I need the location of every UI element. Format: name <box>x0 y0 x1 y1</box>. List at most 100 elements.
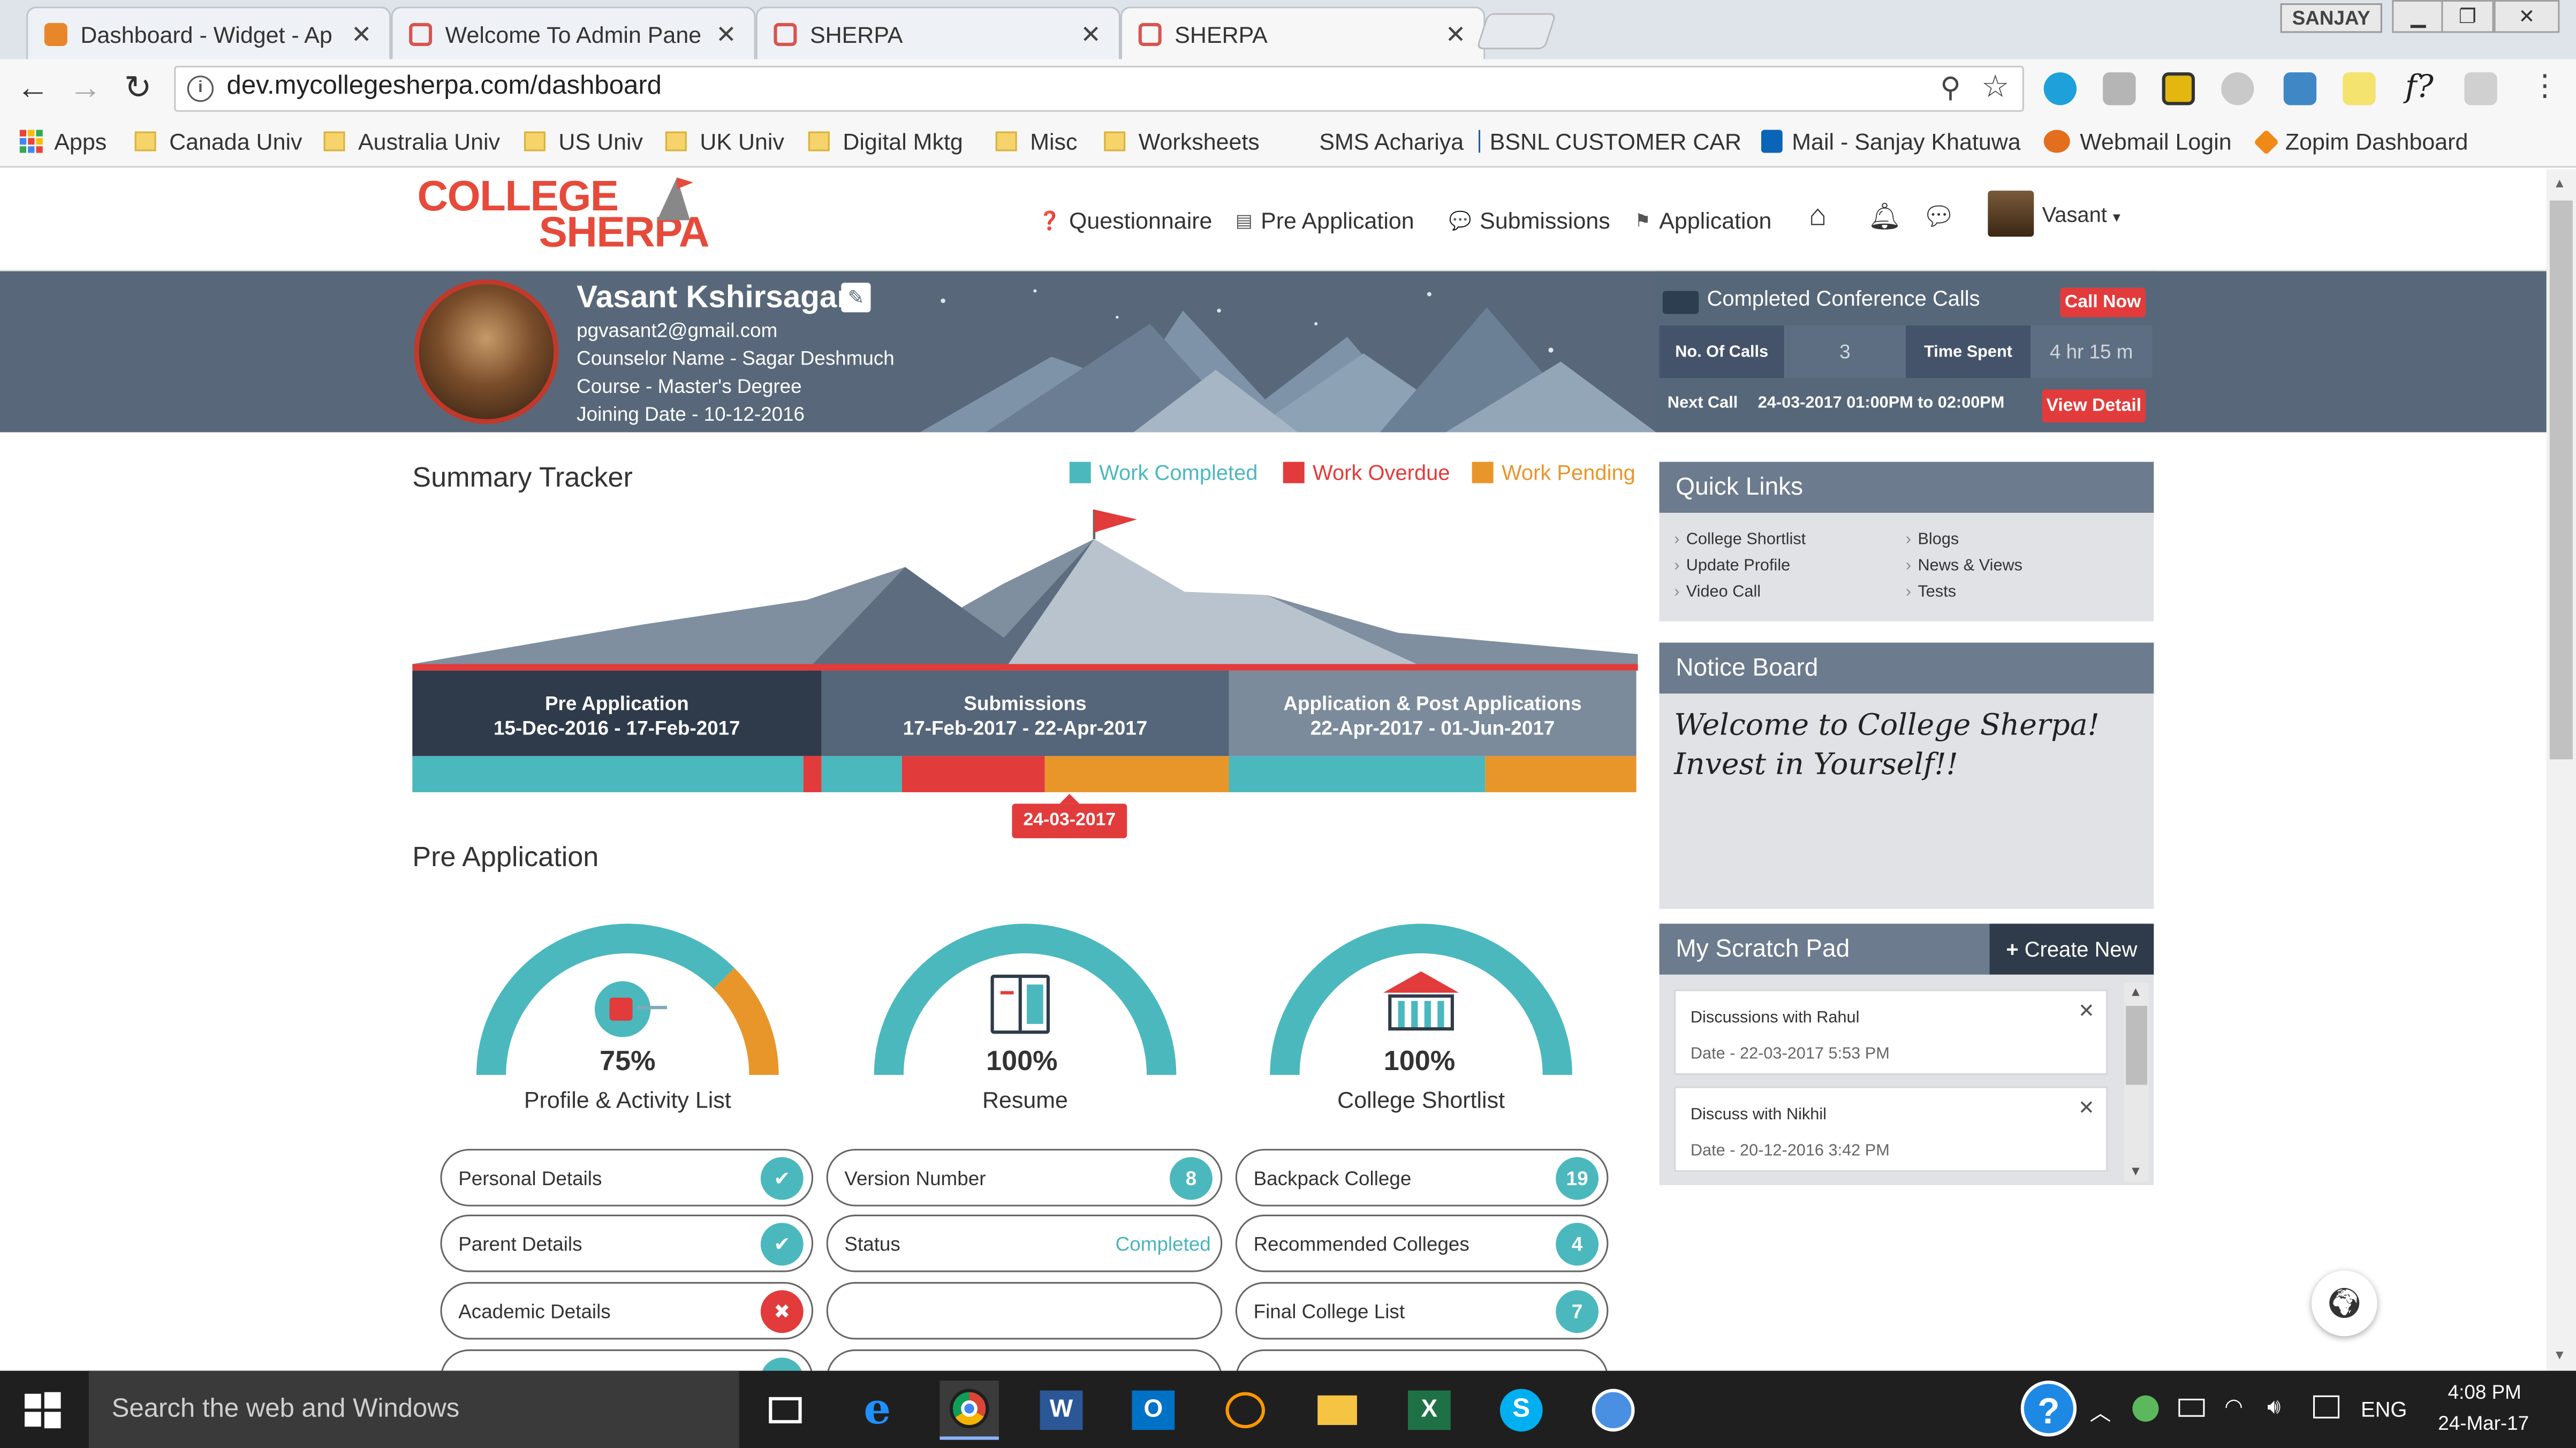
clock-time[interactable]: 4:08 PM <box>2448 1381 2521 1404</box>
quick-link-video-call[interactable]: Video Call <box>1674 583 1761 602</box>
nav-application[interactable]: ⚑ Application <box>1635 207 1772 233</box>
restore-icon[interactable]: ❐ <box>2441 0 2494 33</box>
drive-extension-icon[interactable] <box>2103 72 2136 105</box>
volume-icon[interactable]: 🔊︎ <box>2267 1394 2280 1420</box>
bookmark-australia-univ[interactable]: Australia Univ <box>323 128 500 155</box>
phase-submissions[interactable]: Submissions 17-Feb-2017 - 22-Apr-2017 <box>821 670 1229 756</box>
wifi-icon[interactable]: ◠ <box>2224 1394 2243 1420</box>
checker-extension-icon[interactable] <box>2162 72 2195 105</box>
battery-icon[interactable] <box>2178 1398 2205 1417</box>
quick-link-update-profile[interactable]: Update Profile <box>1674 557 1790 575</box>
phase-application[interactable]: Application & Post Applications 22-Apr-2… <box>1229 670 1636 756</box>
phase-pre-application[interactable]: Pre Application 15-Dec-2016 - 17-Feb-201… <box>412 670 822 756</box>
scratch-note[interactable]: Discussions with Rahul Date - 22-03-2017… <box>1674 989 2108 1075</box>
bookmark-digital-mktg[interactable]: Digital Mktg <box>808 128 963 155</box>
back-icon[interactable]: ← <box>13 69 53 109</box>
formula-extension-icon[interactable]: f? <box>2405 69 2434 105</box>
scratch-scrollbar-thumb[interactable] <box>2126 1006 2148 1085</box>
quick-link-news-views[interactable]: News & Views <box>1906 557 2022 575</box>
user-menu[interactable]: Vasant ▾ <box>2042 202 2120 227</box>
sublime-icon[interactable] <box>1216 1381 1275 1440</box>
browser-tab-admin[interactable]: Welcome To Admin Pane ✕ <box>391 6 756 59</box>
quick-link-college-shortlist[interactable]: College Shortlist <box>1674 531 1806 549</box>
bookmark-bsnl[interactable]: BSNL CUSTOMER CAR <box>1479 128 1741 155</box>
close-icon[interactable]: ✕ <box>715 19 738 48</box>
delete-note-icon[interactable]: ✕ <box>2078 1096 2095 1119</box>
browser-tab-dashboard[interactable]: Dashboard - Widget - Ap ✕ <box>26 6 391 59</box>
create-new-button[interactable]: + Create New <box>1989 923 2154 975</box>
chat-widget-icon[interactable]: 🌍︎ <box>2311 1270 2377 1337</box>
browser-profile-badge[interactable]: SANJAY <box>2280 3 2382 33</box>
browser-tab-sherpa-active[interactable]: SHERPA ✕ <box>1120 6 1486 59</box>
extension-icon[interactable] <box>2283 72 2317 105</box>
college-sherpa-logo[interactable]: COLLEGE SHERPA <box>418 174 713 260</box>
excel-icon[interactable]: X <box>1400 1381 1459 1440</box>
scroll-down-icon[interactable]: ▼ <box>2129 1164 2142 1179</box>
nav-submissions[interactable]: 💬 Submissions <box>1449 207 1610 233</box>
home-icon[interactable]: ⌂ <box>1809 199 1827 233</box>
chat-icon[interactable]: 💬︎ <box>1922 201 1956 233</box>
quick-link-blogs[interactable]: Blogs <box>1906 531 1959 549</box>
menu-kebab-icon[interactable]: ⋮ <box>2530 69 2559 103</box>
call-now-button[interactable]: Call Now <box>2060 287 2146 317</box>
task-view-icon[interactable] <box>756 1381 815 1440</box>
academic-details-item[interactable]: Academic Details ✖ <box>440 1282 814 1340</box>
status-item[interactable]: Status Completed <box>826 1215 1223 1272</box>
avatar[interactable] <box>1988 191 2034 237</box>
bookmark-worksheets[interactable]: Worksheets <box>1104 128 1260 155</box>
help-icon[interactable]: ? <box>2020 1381 2077 1437</box>
bookmark-zopim[interactable]: Zopim Dashboard <box>2253 128 2468 155</box>
close-icon[interactable]: ✕ <box>1079 19 1102 48</box>
tray-app-icon[interactable] <box>2132 1395 2159 1422</box>
new-tab-button[interactable] <box>1476 13 1557 50</box>
quick-link-tests[interactable]: Tests <box>1906 583 1956 602</box>
recommended-colleges-item[interactable]: Recommended Colleges 4 <box>1235 1215 1609 1272</box>
skype-extension-icon[interactable] <box>2043 72 2077 105</box>
bookmark-mail[interactable]: Mail - Sanjay Khatuwa <box>1761 128 2021 155</box>
notes-extension-icon[interactable] <box>2343 72 2376 105</box>
close-icon[interactable]: ✕ <box>350 19 373 48</box>
word-icon[interactable]: W <box>1032 1381 1090 1440</box>
scroll-up-icon[interactable]: ▲ <box>2129 984 2142 999</box>
bookmark-star-icon[interactable]: ☆ <box>1981 69 2009 107</box>
scratch-note[interactable]: Discuss with Nikhil Date - 20-12-2016 3:… <box>1674 1086 2108 1172</box>
backpack-college-item[interactable]: Backpack College 19 <box>1235 1149 1609 1207</box>
version-number-item[interactable]: Version Number 8 <box>826 1149 1223 1207</box>
language-indicator[interactable]: ENG <box>2361 1397 2407 1422</box>
extension-icon[interactable] <box>2221 72 2254 105</box>
bookmark-misc[interactable]: Misc <box>995 128 1078 155</box>
outlook-icon[interactable]: O <box>1124 1381 1183 1440</box>
bell-icon[interactable]: 🔔︎ <box>1868 201 1901 233</box>
view-detail-button[interactable]: View Detail <box>2042 389 2146 423</box>
edit-pencil-icon[interactable]: ✎ <box>841 283 871 313</box>
clock-date[interactable]: 24-Mar-17 <box>2438 1412 2529 1435</box>
final-college-list-item[interactable]: Final College List 7 <box>1235 1282 1609 1340</box>
personal-details-item[interactable]: Personal Details ✔ <box>440 1149 814 1207</box>
scroll-down-icon[interactable]: ▼ <box>2553 1348 2566 1363</box>
bookmark-sms-achariya[interactable]: SMS Achariya <box>1319 128 1464 154</box>
bookmark-webmail[interactable]: Webmail Login <box>2043 128 2232 155</box>
info-icon[interactable]: i <box>187 75 214 102</box>
file-explorer-icon[interactable] <box>1308 1381 1367 1440</box>
bookmark-canada-univ[interactable]: Canada Univ <box>134 128 302 155</box>
bookmark-us-univ[interactable]: US Univ <box>524 128 643 155</box>
skype-icon[interactable]: S <box>1492 1381 1551 1440</box>
profile-photo[interactable] <box>414 279 559 424</box>
nav-pre-application[interactable]: ▤ Pre Application <box>1236 207 1414 233</box>
minimize-icon[interactable]: ▁ <box>2392 0 2445 33</box>
nav-questionnaire[interactable]: ❓ Questionnaire <box>1039 207 1213 233</box>
url-text[interactable]: dev.mycollegesherpa.com/dashboard <box>227 72 662 102</box>
list-item[interactable] <box>826 1282 1223 1340</box>
browser-tab-sherpa-1[interactable]: SHERPA ✕ <box>755 6 1120 59</box>
parent-details-item[interactable]: Parent Details ✔ <box>440 1215 814 1272</box>
scroll-up-icon[interactable]: ▲ <box>2553 176 2566 191</box>
delete-note-icon[interactable]: ✕ <box>2078 999 2095 1022</box>
zoom-icon[interactable]: ⚲ <box>1940 72 1960 105</box>
taskbar-search-input[interactable]: Search the web and Windows <box>88 1370 740 1448</box>
tray-chevron-icon[interactable]: ︿ <box>2090 1396 2111 1427</box>
video-app-icon[interactable] <box>1584 1381 1642 1440</box>
notification-icon[interactable] <box>2313 1395 2340 1419</box>
reload-icon[interactable]: ↻ <box>118 69 158 109</box>
bookmark-uk-univ[interactable]: UK Univ <box>665 128 784 155</box>
forward-icon[interactable]: → <box>66 69 105 109</box>
